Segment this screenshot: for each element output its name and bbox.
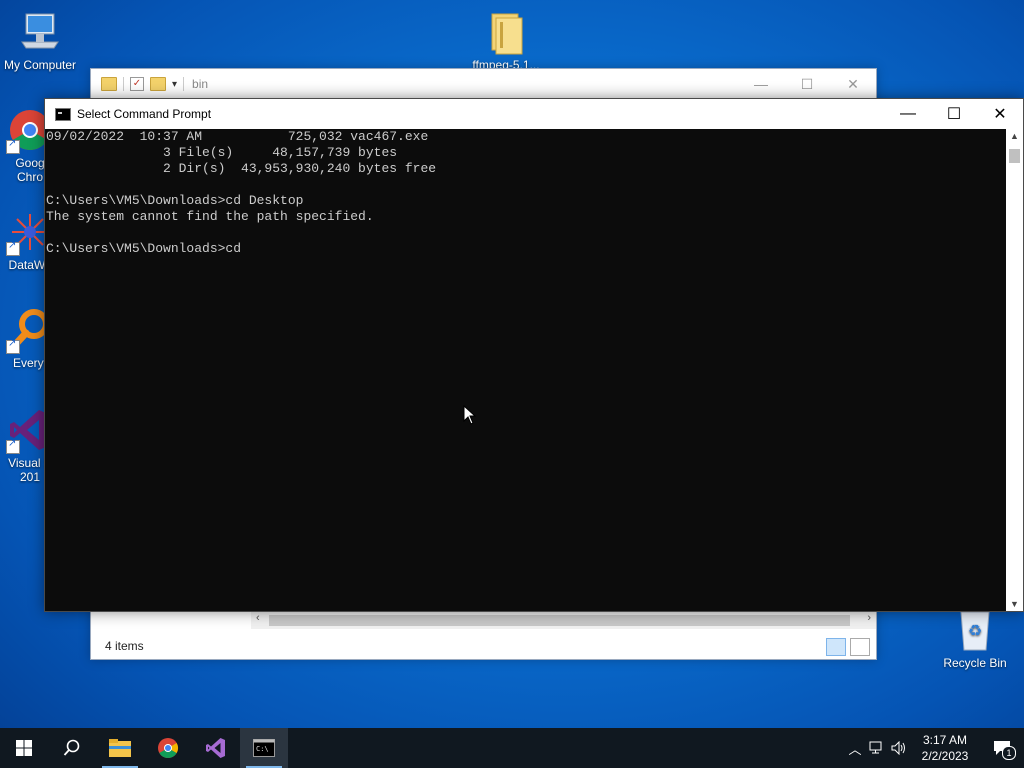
taskbar-visual-studio[interactable]	[192, 728, 240, 768]
taskbar-command-prompt[interactable]: C:\	[240, 728, 288, 768]
taskbar-google-chrome[interactable]	[144, 728, 192, 768]
desktop-icon-ffmpeg-folder[interactable]: ffmpeg-5.1...	[466, 8, 546, 72]
console-line: The system cannot find the path specifie…	[46, 209, 374, 224]
window-controls: — ☐ ✕	[738, 69, 876, 99]
svg-text:C:\: C:\	[256, 745, 269, 753]
scroll-right-icon[interactable]: ›	[867, 612, 871, 624]
clock-date: 2/2/2023	[921, 749, 969, 763]
action-center-button[interactable]: 1	[980, 728, 1024, 768]
horizontal-scrollbar[interactable]: ‹ ›	[251, 611, 876, 629]
console-line: 2 Dir(s) 43,953,930,240 bytes free	[46, 161, 437, 176]
details-view-icon[interactable]	[826, 638, 846, 656]
search-icon	[63, 739, 80, 756]
properties-icon[interactable]: ✓	[130, 77, 144, 91]
volume-icon[interactable]	[888, 728, 910, 768]
file-explorer-icon	[109, 739, 131, 757]
recycle-bin-icon: ♻	[951, 606, 999, 654]
cmd-titlebar[interactable]: Select Command Prompt — ☐ ✕	[45, 99, 1023, 129]
status-bar: 4 items	[91, 633, 876, 659]
notification-count-badge: 1	[1002, 746, 1016, 760]
folder-icon	[101, 77, 117, 91]
maximize-button[interactable]: ☐	[931, 99, 977, 129]
chrome-icon	[158, 738, 178, 758]
shortcut-arrow-icon	[6, 138, 20, 154]
system-tray: ︿ 3:17 AM 2/2/2023 1	[844, 728, 1024, 768]
visual-studio-icon	[206, 738, 225, 758]
close-button[interactable]: ✕	[977, 99, 1023, 129]
network-icon[interactable]	[866, 728, 888, 768]
clock-time: 3:17 AM	[922, 733, 968, 747]
maximize-button[interactable]: ☐	[784, 69, 830, 99]
start-button[interactable]	[0, 728, 48, 768]
scrollbar-thumb[interactable]	[1009, 149, 1020, 163]
shortcut-arrow-icon	[6, 240, 20, 256]
desktop-icon-recycle-bin[interactable]: ♻ Recycle Bin	[935, 606, 1015, 670]
view-switcher	[826, 638, 870, 656]
close-button[interactable]: ✕	[830, 69, 876, 99]
console-output[interactable]: 09/02/2022 10:37 AM 725,032 vac467.exe 3…	[45, 129, 1005, 611]
customize-toolbar-icon[interactable]: ▾	[172, 79, 177, 90]
scroll-left-icon[interactable]: ‹	[256, 612, 260, 624]
window-title: bin	[192, 77, 209, 91]
divider	[123, 77, 124, 91]
scroll-down-icon[interactable]: ▼	[1010, 599, 1019, 609]
minimize-button[interactable]: —	[738, 69, 784, 99]
explorer-titlebar[interactable]: ✓ ▾ bin — ☐ ✕	[91, 69, 876, 99]
window-title: Select Command Prompt	[77, 107, 212, 121]
command-prompt-window[interactable]: Select Command Prompt — ☐ ✕ 09/02/2022 1…	[44, 98, 1024, 612]
clock[interactable]: 3:17 AM 2/2/2023	[910, 732, 980, 764]
svg-text:♻: ♻	[968, 621, 982, 640]
desktop-icon-label: Recycle Bin	[943, 656, 1007, 670]
taskbar: C:\ ︿ 3:17 AM 2/2/2023 1	[0, 728, 1024, 768]
minimize-button[interactable]: —	[885, 99, 931, 129]
scrollbar-thumb[interactable]	[269, 615, 850, 626]
shortcut-arrow-icon	[6, 338, 20, 354]
show-hidden-icons-chevron-up-icon[interactable]: ︿	[844, 728, 866, 768]
quick-access-toolbar: ✓ ▾	[91, 77, 185, 91]
window-controls: — ☐ ✕	[885, 99, 1023, 129]
vertical-scrollbar[interactable]: ▲ ▼	[1006, 129, 1023, 611]
folder-icon	[482, 8, 530, 56]
scroll-up-icon[interactable]: ▲	[1010, 131, 1019, 141]
shortcut-arrow-icon	[6, 438, 20, 454]
new-folder-icon[interactable]	[150, 77, 166, 91]
computer-icon	[16, 8, 64, 56]
command-prompt-icon: C:\	[253, 739, 275, 757]
console-line: C:\Users\VM5\Downloads>cd Desktop	[46, 193, 304, 208]
console-line: 3 File(s) 48,157,739 bytes	[46, 145, 398, 160]
command-prompt-icon	[55, 107, 71, 121]
item-count: 4 items	[105, 639, 144, 653]
windows-logo-icon	[16, 740, 32, 756]
search-button[interactable]	[48, 728, 96, 768]
divider	[183, 77, 185, 91]
console-line: 09/02/2022 10:37 AM 725,032 vac467.exe	[46, 129, 429, 144]
taskbar-file-explorer[interactable]	[96, 728, 144, 768]
desktop-icon-my-computer[interactable]: My Computer	[0, 8, 80, 72]
desktop-icon-label: My Computer	[3, 58, 77, 72]
console-prompt-line[interactable]: C:\Users\VM5\Downloads>cd	[46, 241, 1005, 257]
large-icons-view-icon[interactable]	[850, 638, 870, 656]
